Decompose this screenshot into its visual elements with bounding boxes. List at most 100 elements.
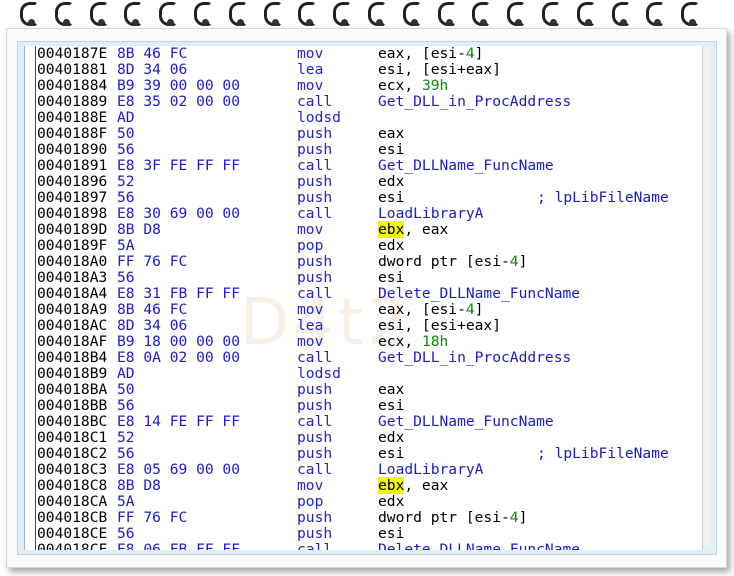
operands-cell: esi, [esi+eax]: [378, 61, 502, 78]
hex-bytes-cell: 8D 34 06: [117, 61, 188, 78]
address-cell: 00401898: [37, 205, 108, 222]
address-cell: 004018A0: [37, 253, 108, 270]
operands-cell: edx: [378, 493, 405, 510]
operands-cell: Delete_DLLName_FuncName: [378, 285, 581, 302]
hex-bytes-cell: 56: [117, 141, 135, 158]
comment-cell: ; lpLibFileName: [537, 189, 669, 206]
hex-bytes-cell: E8 0A 02 00 00: [117, 349, 241, 366]
mnemonic-cell: call: [297, 157, 333, 174]
address-cell: 0040187E: [37, 46, 108, 62]
mnemonic-cell: call: [297, 461, 333, 478]
hex-bytes-cell: 52: [117, 429, 135, 446]
binder-ring-icon: [262, 2, 282, 28]
vertical-scrollbar[interactable]: [702, 46, 711, 550]
address-cell: 0040188F: [37, 125, 108, 142]
hex-bytes-cell: E8 31 FB FF FF: [117, 285, 241, 302]
hex-bytes-cell: 5A: [117, 237, 135, 254]
hex-bytes-cell: B9 18 00 00 00: [117, 333, 241, 350]
paper-frame: D4t2 0040187E 8B 46 FC mov eax, [esi-4] 0040…: [6, 28, 727, 568]
hex-bytes-cell: 8B 46 FC: [117, 301, 188, 318]
address-cell: 004018C8: [37, 477, 108, 494]
address-cell: 004018A4: [37, 285, 108, 302]
hex-bytes-cell: 5A: [117, 493, 135, 510]
comment-cell: ; lpLibFileName: [537, 445, 669, 462]
address-cell: 004018A9: [37, 301, 108, 318]
address-cell: 004018C2: [37, 445, 108, 462]
address-cell: 004018CB: [37, 509, 108, 526]
operands-cell: dword ptr [esi-4]: [378, 253, 528, 270]
operands-cell: edx: [378, 429, 405, 446]
hex-bytes-cell: 8B D8: [117, 477, 161, 494]
mnemonic-cell: push: [297, 445, 333, 462]
operands-cell: esi: [378, 445, 405, 462]
hex-bytes-cell: 8B 46 FC: [117, 46, 188, 62]
binder-ring-icon: [227, 2, 247, 28]
operands-cell: esi: [378, 525, 405, 542]
operands-cell: Get_DLL_in_ProcAddress: [378, 93, 572, 110]
mnemonic-cell: call: [297, 413, 333, 430]
mnemonic-cell: push: [297, 509, 333, 526]
operands-cell: esi: [378, 189, 405, 206]
binder-ring-icon: [540, 2, 560, 28]
address-cell: 004018BB: [37, 397, 108, 414]
operands-cell: Get_DLL_in_ProcAddress: [378, 349, 572, 366]
hex-bytes-cell: 8D 34 06: [117, 317, 188, 334]
address-cell: 00401891: [37, 157, 108, 174]
binder-ring-icon: [53, 2, 73, 28]
operands-cell: Get_DLLName_FuncName: [378, 413, 554, 430]
hex-bytes-cell: E8 30 69 00 00: [117, 205, 241, 222]
address-cell: 00401889: [37, 93, 108, 110]
binder-ring-icon: [157, 2, 178, 28]
operands-cell: LoadLibraryA: [378, 461, 484, 478]
mnemonic-cell: mov: [297, 77, 324, 94]
hex-bytes-cell: E8 35 02 00 00: [117, 93, 241, 110]
binder-ring-icon: [122, 2, 143, 28]
operands-cell: edx: [378, 237, 405, 254]
address-cell: 004018CF: [37, 541, 108, 551]
hex-bytes-cell: E8 05 69 00 00: [117, 461, 241, 478]
operands-cell: dword ptr [esi-4]: [378, 509, 528, 526]
disassembly-view[interactable]: D4t2 0040187E 8B 46 FC mov eax, [esi-4] 0040…: [24, 46, 711, 550]
binder-ring-icon: [331, 2, 352, 28]
mnemonic-cell: pop: [297, 237, 324, 254]
mnemonic-cell: mov: [297, 477, 324, 494]
address-cell: 004018AF: [37, 333, 108, 350]
mnemonic-cell: push: [297, 525, 333, 542]
address-cell: 004018B4: [37, 349, 108, 366]
address-cell: 004018CE: [37, 525, 108, 542]
mnemonic-cell: lodsd: [297, 365, 341, 382]
hex-bytes-cell: 8B D8: [117, 221, 161, 238]
mnemonic-cell: call: [297, 205, 333, 222]
binder-ring-icon: [88, 2, 108, 28]
binder-ring-icon: [436, 2, 456, 28]
mnemonic-cell: push: [297, 189, 333, 206]
mnemonic-cell: mov: [297, 333, 324, 350]
hex-bytes-cell: 56: [117, 397, 135, 414]
binder-ring-icon: [505, 2, 526, 28]
operands-cell: ecx, 18h: [378, 333, 449, 350]
binder-ring-icon: [470, 2, 491, 28]
binder-ring-icon: [401, 2, 421, 28]
address-cell: 004018BC: [37, 413, 108, 430]
mnemonic-cell: lodsd: [297, 109, 341, 126]
hex-bytes-cell: B9 39 00 00 00: [117, 77, 241, 94]
operands-cell: ecx, 39h: [378, 77, 449, 94]
operands-cell: ebx, eax: [378, 477, 449, 494]
operands-cell: eax: [378, 381, 405, 398]
binder-ring-icon: [18, 2, 38, 28]
address-cell: 004018B9: [37, 365, 108, 382]
mnemonic-cell: lea: [297, 317, 324, 334]
address-cell: 004018AC: [37, 317, 108, 334]
address-cell: 0040188E: [37, 109, 108, 126]
operands-cell: edx: [378, 173, 405, 190]
hex-bytes-cell: E8 3F FE FF FF: [117, 157, 241, 174]
operands-cell: eax, [esi-4]: [378, 301, 484, 318]
operands-cell: esi: [378, 269, 405, 286]
binder-ring-icon: [575, 2, 595, 28]
mnemonic-cell: push: [297, 173, 333, 190]
operands-cell: eax: [378, 125, 405, 142]
mnemonic-cell: push: [297, 141, 333, 158]
operands-cell: Delete_DLLName_FuncName: [378, 541, 581, 551]
binder-ring-icon: [192, 2, 212, 28]
address-cell: 00401890: [37, 141, 108, 158]
